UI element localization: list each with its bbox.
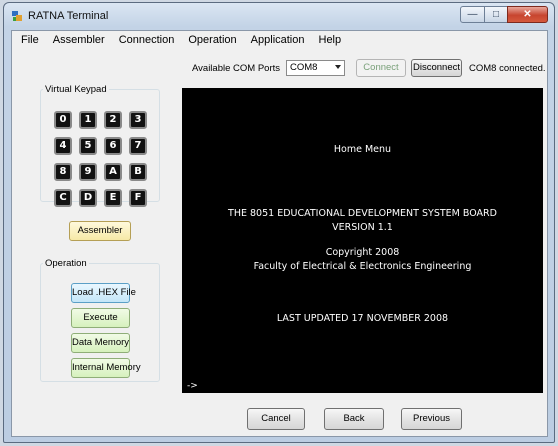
- terminal-screen[interactable]: Home Menu THE 8051 EDUCATIONAL DEVELOPME…: [182, 88, 543, 393]
- maximize-icon: □: [492, 9, 500, 20]
- client-area: File Assembler Connection Operation Appl…: [11, 30, 548, 437]
- key-7[interactable]: 7: [129, 137, 147, 155]
- app-window: RATNA Terminal — □ ✕ File Assembler Conn…: [3, 2, 555, 443]
- close-icon: ✕: [523, 9, 532, 20]
- terminal-line: VERSION 1.1: [332, 222, 393, 233]
- key-f[interactable]: F: [129, 189, 147, 207]
- key-6[interactable]: 6: [104, 137, 122, 155]
- load-hex-button[interactable]: Load .HEX File: [71, 283, 136, 303]
- key-9[interactable]: 9: [79, 163, 97, 181]
- terminal-line: Faculty of Electrical & Electronics Engi…: [253, 261, 472, 272]
- connection-status: COM8 connected.: [469, 62, 546, 74]
- internal-memory-button[interactable]: Internal Memory: [71, 358, 141, 378]
- key-2[interactable]: 2: [104, 111, 122, 129]
- menu-file[interactable]: File: [12, 31, 46, 49]
- virtual-keypad-title: Virtual Keypad: [45, 84, 107, 95]
- key-d[interactable]: D: [79, 189, 97, 207]
- key-e[interactable]: E: [104, 189, 122, 207]
- window-controls: — □ ✕: [460, 6, 548, 24]
- window-title: RATNA Terminal: [28, 10, 109, 22]
- key-0[interactable]: 0: [54, 111, 72, 129]
- disconnect-button[interactable]: Disconnect: [411, 59, 462, 77]
- terminal-line: LAST UPDATED 17 NOVEMBER 2008: [276, 313, 449, 324]
- menu-connection[interactable]: Connection: [112, 31, 182, 49]
- com-port-value: COM8: [290, 62, 318, 73]
- terminal-line: THE 8051 EDUCATIONAL DEVELOPMENT SYSTEM …: [228, 208, 497, 219]
- maximize-button[interactable]: □: [484, 6, 508, 23]
- terminal-line: Copyright 2008: [325, 247, 400, 258]
- key-c[interactable]: C: [54, 189, 72, 207]
- menu-bar: File Assembler Connection Operation Appl…: [12, 31, 547, 49]
- virtual-keypad-group: Virtual Keypad 0 1 2 3 4 5 6 7 8 9 A B C…: [40, 84, 160, 207]
- minimize-button[interactable]: —: [460, 6, 485, 23]
- close-button[interactable]: ✕: [507, 6, 548, 23]
- key-b[interactable]: B: [129, 163, 147, 181]
- key-4[interactable]: 4: [54, 137, 72, 155]
- cancel-button[interactable]: Cancel: [247, 408, 305, 430]
- operation-title: Operation: [45, 258, 87, 269]
- connect-button[interactable]: Connect: [356, 59, 406, 77]
- execute-button[interactable]: Execute: [71, 308, 130, 328]
- key-3[interactable]: 3: [129, 111, 147, 129]
- previous-button[interactable]: Previous: [401, 408, 462, 430]
- com-ports-label: Available COM Ports: [192, 62, 280, 74]
- operation-group: Operation Load .HEX File Execute Data Me…: [40, 258, 160, 382]
- key-5[interactable]: 5: [79, 137, 97, 155]
- key-8[interactable]: 8: [54, 163, 72, 181]
- menu-operation[interactable]: Operation: [181, 31, 243, 49]
- minimize-icon: —: [467, 9, 478, 20]
- connection-toolbar: Available COM Ports COM8 Connect Disconn…: [192, 59, 546, 77]
- key-a[interactable]: A: [104, 163, 122, 181]
- data-memory-button[interactable]: Data Memory: [71, 333, 130, 353]
- dropdown-arrow-icon[interactable]: [335, 65, 341, 69]
- title-bar[interactable]: RATNA Terminal — □ ✕: [4, 3, 554, 29]
- menu-application[interactable]: Application: [244, 31, 312, 49]
- menu-help[interactable]: Help: [312, 31, 349, 49]
- app-icon: [12, 11, 22, 21]
- com-port-select[interactable]: COM8: [286, 60, 345, 76]
- terminal-prompt: ->: [187, 381, 198, 391]
- menu-assembler[interactable]: Assembler: [46, 31, 112, 49]
- back-button[interactable]: Back: [324, 408, 384, 430]
- key-1[interactable]: 1: [79, 111, 97, 129]
- assembler-button[interactable]: Assembler: [69, 221, 131, 241]
- keypad-grid: 0 1 2 3 4 5 6 7 8 9 A B C D E F: [54, 111, 147, 207]
- terminal-line: Home Menu: [333, 144, 392, 155]
